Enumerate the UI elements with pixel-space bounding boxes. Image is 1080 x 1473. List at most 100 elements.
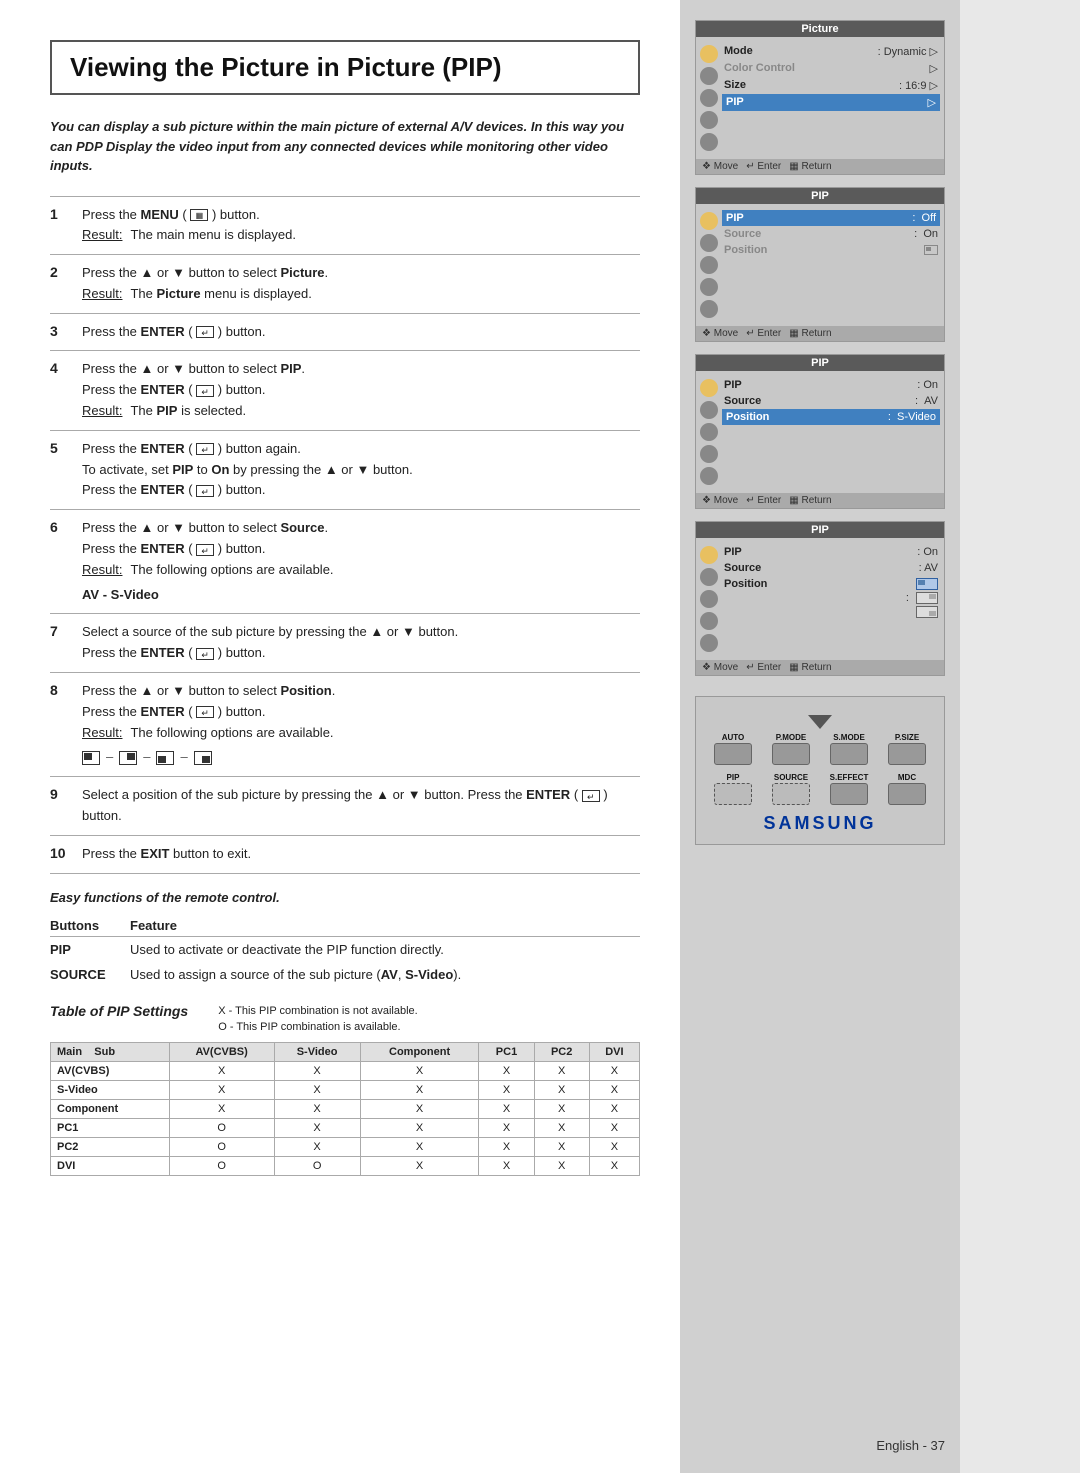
pip-value-cell: X (589, 1099, 639, 1118)
step-7: 7 Select a source of the sub picture by … (50, 614, 640, 673)
menu-rows-pip3: PIP : On Source : AV Position : (724, 542, 944, 656)
remote-buttons-row1: AUTO P.MODE S.MODE P.SIZE (706, 733, 934, 765)
step-1: 1 Press the MENU ( ▦ ) button. Result: T… (50, 197, 640, 256)
legend-x: X - This PIP combination is not availabl… (218, 1003, 418, 1020)
pip-col-pc2: PC2 (534, 1042, 589, 1061)
menu-row-pip-on: PIP : On (724, 377, 938, 393)
step-6-result: The following options are available. (130, 560, 333, 581)
pip-value-cell: X (479, 1080, 534, 1099)
step-number-1: 1 (50, 205, 70, 247)
pip-settings-table: Main Sub AV(CVBS) S-Video Component PC1 … (50, 1042, 640, 1176)
result-label: Result: (82, 225, 122, 246)
step-content-3: Press the ENTER ( ↵ ) button. (82, 322, 640, 343)
step-2-result: The Picture menu is displayed. (130, 284, 311, 305)
position-icon-br (194, 751, 212, 765)
pip-value-cell: X (589, 1137, 639, 1156)
menu-screen-pip1: PIP PIP : Off Source : On Positi (695, 187, 945, 342)
pip-col-dvi: DVI (589, 1042, 639, 1061)
step-content-2: Press the ▲ or ▼ button to select Pictur… (82, 263, 640, 305)
step-5: 5 Press the ENTER ( ↵ ) button again. To… (50, 431, 640, 510)
remote-btn-pmode[interactable] (772, 743, 810, 765)
legend-o: O - This PIP combination is available. (218, 1019, 418, 1036)
pip-value-cell: X (534, 1118, 589, 1137)
menu-title-picture: Picture (696, 21, 944, 37)
pip-col-main-sub: Main Sub (51, 1042, 170, 1061)
table-row-pip: PIP Used to activate or deactivate the P… (50, 936, 640, 962)
pip-col-svideo: S-Video (274, 1042, 360, 1061)
menu-icons-pip2 (696, 375, 724, 489)
pip-main-cell: Component (51, 1099, 170, 1118)
pip-settings-header: Table of PIP Settings X - This PIP combi… (50, 1003, 640, 1036)
pip-value-cell: X (274, 1080, 360, 1099)
remote-btn-auto[interactable] (714, 743, 752, 765)
menu-footer-2: ❖ Move ↵ Enter ▦ Return (696, 326, 944, 341)
icon-p3-3 (700, 590, 718, 608)
menu-row-source-on: Source : On (724, 226, 938, 242)
remote-btn-group-psize: P.SIZE (880, 733, 934, 765)
pip-value-cell: X (169, 1061, 274, 1080)
pip-col-pc1: PC1 (479, 1042, 534, 1061)
step-4: 4 Press the ▲ or ▼ button to select PIP.… (50, 351, 640, 430)
remote-btn-psize[interactable] (888, 743, 926, 765)
remote-btn-group-mdc: MDC (880, 773, 934, 805)
pip-main-cell: S-Video (51, 1080, 170, 1099)
menu-row-pip-on3: PIP : On (724, 544, 938, 560)
step-8-result: The following options are available. (130, 723, 333, 744)
pip-value-cell: X (479, 1156, 534, 1175)
menu-body-pip2: PIP : On Source : AV Position : S-Video (696, 371, 944, 493)
result-label-2: Result: (82, 284, 122, 305)
step-number-6: 6 (50, 518, 70, 605)
step-8: 8 Press the ▲ or ▼ button to select Posi… (50, 673, 640, 777)
icon-p1-3 (700, 256, 718, 274)
step-content-8: Press the ▲ or ▼ button to select Positi… (82, 681, 640, 768)
pip-table-row: PC1OXXXXX (51, 1118, 640, 1137)
step-content-7: Select a source of the sub picture by pr… (82, 622, 640, 664)
pip-table-row: PC2OXXXXX (51, 1137, 640, 1156)
pip-col-component: Component (360, 1042, 479, 1061)
page-title-box: Viewing the Picture in Picture (PIP) (50, 40, 640, 95)
pip-settings-title: Table of PIP Settings (50, 1003, 188, 1036)
pip-value-cell: X (534, 1080, 589, 1099)
remote-btn-smode[interactable] (830, 743, 868, 765)
step-number-2: 2 (50, 263, 70, 305)
position-icon-tr (119, 751, 137, 765)
remote-btn-label-mdc: MDC (898, 773, 916, 782)
result-label-4: Result: (82, 401, 122, 422)
remote-btn-mdc[interactable] (888, 783, 926, 805)
remote-btn-source[interactable] (772, 783, 810, 805)
pip-value-cell: X (589, 1080, 639, 1099)
result-label-6: Result: (82, 560, 122, 581)
step-3: 3 Press the ENTER ( ↵ ) button. (50, 314, 640, 352)
menu-row-position1: Position (724, 242, 938, 258)
icon-p3-1 (700, 546, 718, 564)
remote-btn-group-pmode: P.MODE (764, 733, 818, 765)
feature-source: Used to assign a source of the sub pictu… (130, 962, 640, 987)
remote-btn-pip[interactable] (714, 783, 752, 805)
icon-p2-4 (700, 445, 718, 463)
pip-value-cell: X (479, 1137, 534, 1156)
pip-main-cell: PC1 (51, 1118, 170, 1137)
table-row-source: SOURCE Used to assign a source of the su… (50, 962, 640, 987)
step-number-8: 8 (50, 681, 70, 768)
feature-pip: Used to activate or deactivate the PIP f… (130, 936, 640, 962)
steps-container: 1 Press the MENU ( ▦ ) button. Result: T… (50, 196, 640, 874)
step-content-9: Select a position of the sub picture by … (82, 785, 640, 827)
menu-rows-pip1: PIP : Off Source : On Position (724, 208, 944, 322)
remote-btn-seffect[interactable] (830, 783, 868, 805)
menu-screen-pip2: PIP PIP : On Source : AV Position (695, 354, 945, 509)
col-buttons: Buttons (50, 915, 130, 937)
pip-value-cell: X (274, 1061, 360, 1080)
pip-value-cell: O (169, 1156, 274, 1175)
menu-footer-4: ❖ Move ↵ Enter ▦ Return (696, 660, 944, 675)
pip-value-cell: X (589, 1061, 639, 1080)
pip-value-cell: O (169, 1137, 274, 1156)
icon-p3-2 (700, 568, 718, 586)
menu-rows-pip2: PIP : On Source : AV Position : S-Video (724, 375, 944, 489)
step-number-9: 9 (50, 785, 70, 827)
pip-value-cell: X (169, 1080, 274, 1099)
remote-btn-group-seffect: S.EFFECT (822, 773, 876, 805)
pip-value-cell: X (360, 1118, 479, 1137)
step-2: 2 Press the ▲ or ▼ button to select Pict… (50, 255, 640, 314)
pip-value-cell: X (274, 1118, 360, 1137)
btn-pip: PIP (50, 936, 130, 962)
